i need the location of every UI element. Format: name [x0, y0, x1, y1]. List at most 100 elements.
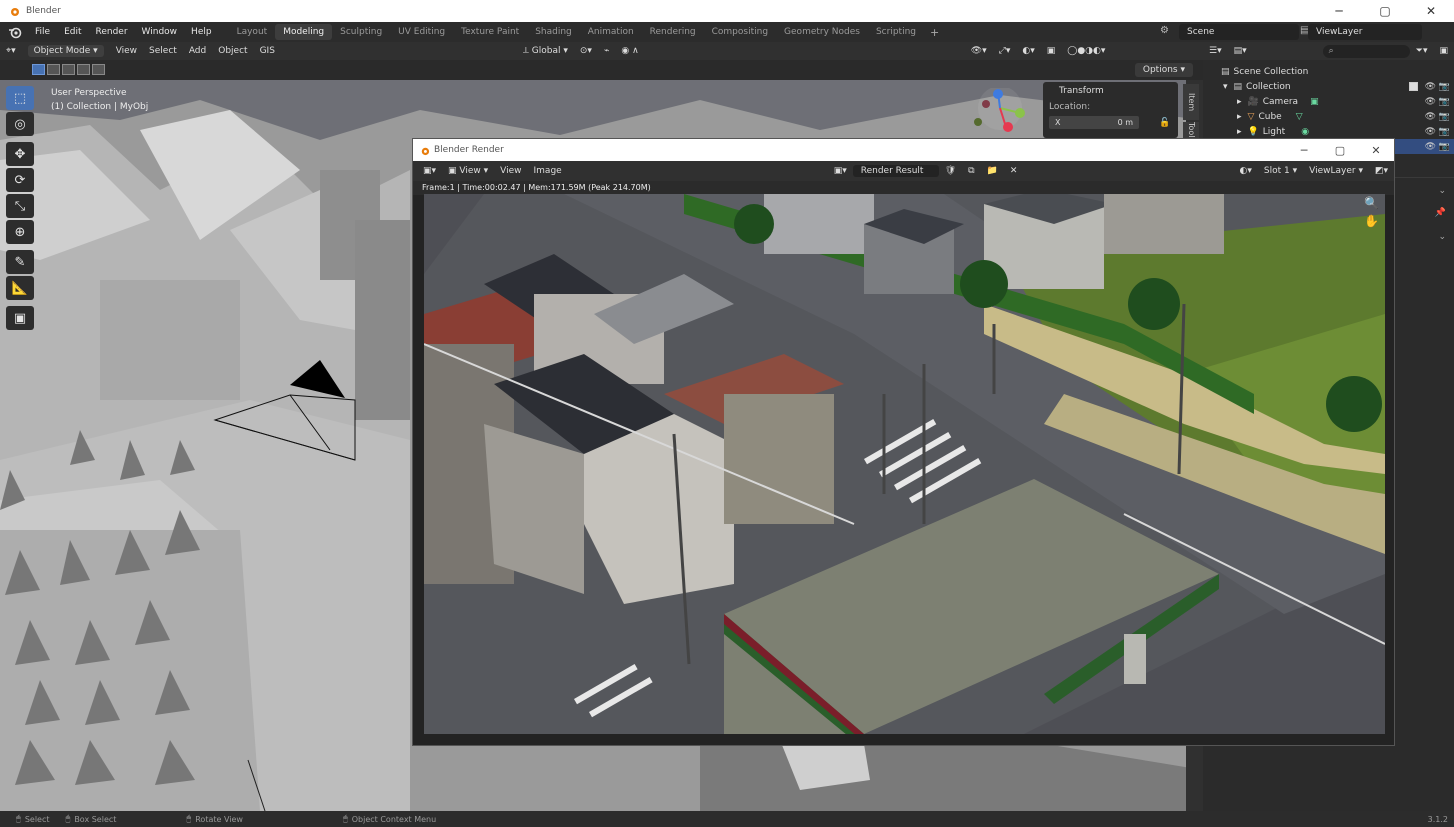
eye-icon[interactable]: 👁 — [1425, 82, 1436, 92]
cursor-tool-icon[interactable]: ◎ — [6, 112, 34, 136]
proportional-edit-icon[interactable]: ◉ ∧ — [615, 46, 644, 56]
add-cube-tool-icon[interactable]: ▣ — [6, 306, 34, 330]
outliner-row-light[interactable]: ▸ 💡 Light ◉ 👁 📷 — [1203, 124, 1454, 139]
render-camera-icon[interactable]: 📷 — [1439, 142, 1450, 152]
maximize-icon[interactable]: ▢ — [1322, 144, 1358, 157]
menu-file[interactable]: File — [28, 22, 57, 42]
image-name-field[interactable]: Render Result — [852, 165, 939, 177]
open-image-icon[interactable]: 📁 — [981, 166, 1004, 176]
display-channels-icon[interactable]: ◩▾ — [1369, 166, 1394, 176]
editor-type-icon[interactable]: ⌖▾ — [0, 46, 22, 56]
minimize-icon[interactable]: ─ — [1286, 144, 1322, 157]
menu-image[interactable]: Image — [528, 166, 568, 176]
transform-orientation-dropdown[interactable]: ⟂ Global ▾ — [517, 46, 574, 56]
expand-arrow-icon[interactable]: ▸ — [1237, 127, 1242, 137]
pin-icon[interactable]: 📌 — [1435, 208, 1446, 218]
menu-object[interactable]: Object — [212, 46, 253, 56]
sidebar-tab-tool[interactable]: Tool — [1183, 122, 1199, 138]
select-extend-icon[interactable] — [47, 64, 60, 75]
overlay-icon[interactable]: ◐▾ — [1234, 166, 1258, 176]
measure-tool-icon[interactable]: 📐 — [6, 276, 34, 300]
pivot-icon[interactable]: ⊙▾ — [574, 46, 598, 56]
render-camera-icon[interactable]: 📷 — [1439, 127, 1450, 137]
menu-edit[interactable]: Edit — [57, 22, 88, 42]
close-icon[interactable]: ✕ — [1358, 144, 1394, 157]
mesh-data-icon[interactable]: ▽ — [1296, 112, 1303, 122]
menu-view[interactable]: View — [110, 46, 143, 56]
select-new-icon[interactable] — [32, 64, 45, 75]
pan-hand-icon[interactable]: ✋ — [1364, 214, 1379, 228]
render-result-image[interactable]: 🔍 ✋ — [424, 194, 1385, 734]
add-workspace-button[interactable]: + — [924, 26, 945, 39]
visibility-icon[interactable]: 👁▾ — [965, 46, 993, 56]
object-mode-dropdown[interactable]: Object Mode ▾ — [27, 45, 104, 57]
overlay-icon[interactable]: ◐▾ — [1016, 46, 1040, 56]
tab-geometry-nodes[interactable]: Geometry Nodes — [776, 24, 868, 40]
filter-icon[interactable]: ⏷▾ — [1410, 46, 1434, 56]
menu-add[interactable]: Add — [183, 46, 212, 56]
render-camera-icon[interactable]: 📷 — [1439, 97, 1450, 107]
menu-view[interactable]: View — [494, 166, 527, 176]
scale-tool-icon[interactable]: ⤡ — [6, 194, 34, 218]
scene-selector[interactable]: Scene — [1179, 24, 1299, 40]
select-invert-icon[interactable] — [77, 64, 90, 75]
menu-gis[interactable]: GIS — [254, 46, 281, 56]
move-tool-icon[interactable]: ✥ — [6, 142, 34, 166]
menu-help[interactable]: Help — [184, 22, 219, 42]
tab-scripting[interactable]: Scripting — [868, 24, 924, 40]
tab-uv-editing[interactable]: UV Editing — [390, 24, 453, 40]
outliner-row-camera[interactable]: ▸ 🎥 Camera ▣ 👁 📷 — [1203, 94, 1454, 109]
tab-layout[interactable]: Layout — [229, 24, 276, 40]
shading-modes-icon[interactable]: ◯●◑◐▾ — [1061, 46, 1111, 56]
display-mode-icon[interactable]: ▤▾ — [1228, 46, 1253, 56]
render-camera-icon[interactable]: 📷 — [1439, 82, 1450, 92]
tab-rendering[interactable]: Rendering — [642, 24, 704, 40]
collapse-arrow-icon[interactable]: ▾ — [1223, 82, 1228, 92]
view-layer-selector[interactable]: ViewLayer — [1308, 24, 1422, 40]
tab-shading[interactable]: Shading — [527, 24, 580, 40]
zoom-icon[interactable]: 🔍 — [1364, 196, 1379, 210]
maximize-icon[interactable]: ▢ — [1362, 4, 1408, 18]
tab-animation[interactable]: Animation — [580, 24, 642, 40]
camera-data-icon[interactable]: ▣ — [1310, 97, 1319, 107]
selection-modes[interactable] — [32, 64, 107, 75]
lock-icon[interactable]: 🔓 — [1159, 118, 1170, 128]
tab-modeling[interactable]: Modeling — [275, 24, 333, 40]
image-editor-type-icon[interactable]: ▣▾ — [417, 166, 442, 176]
minimize-icon[interactable]: ─ — [1316, 4, 1362, 18]
select-subtract-icon[interactable] — [62, 64, 75, 75]
sidebar-tab-item[interactable]: Item — [1183, 84, 1199, 120]
location-x-field[interactable]: X 0 m — [1049, 116, 1139, 129]
annotate-tool-icon[interactable]: ✎ — [6, 250, 34, 274]
exclude-checkbox[interactable] — [1409, 82, 1418, 91]
new-collection-icon[interactable]: ▣ — [1433, 46, 1454, 56]
tab-compositing[interactable]: Compositing — [704, 24, 776, 40]
expand-arrow-icon[interactable]: ▸ — [1237, 97, 1242, 107]
render-camera-icon[interactable]: 📷 — [1439, 112, 1450, 122]
outliner-search-input[interactable]: ⌕ — [1322, 44, 1410, 58]
menu-window[interactable]: Window — [135, 22, 185, 42]
fake-user-icon[interactable]: 🛡 — [939, 166, 962, 176]
options-button[interactable]: Options ▾ — [1134, 63, 1193, 77]
select-tool-icon[interactable]: ⬚ — [6, 86, 34, 110]
xray-icon[interactable]: ▣ — [1041, 46, 1062, 56]
tab-sculpting[interactable]: Sculpting — [332, 24, 390, 40]
select-intersect-icon[interactable] — [92, 64, 105, 75]
chevron-down-icon[interactable]: ⌄ — [1438, 186, 1446, 196]
blender-menu-icon[interactable] — [8, 25, 22, 39]
eye-icon[interactable]: 👁 — [1425, 112, 1436, 122]
outliner-row-collection[interactable]: ▾ ▤ Collection 👁 📷 — [1203, 79, 1454, 94]
outliner-editor-icon[interactable]: ☰▾ — [1203, 46, 1228, 56]
gizmo-icon[interactable]: ⤢▾ — [993, 46, 1017, 56]
expand-arrow-icon[interactable]: ▸ — [1237, 112, 1242, 122]
unlink-image-icon[interactable]: ✕ — [1004, 166, 1024, 176]
eye-icon[interactable]: 👁 — [1425, 142, 1436, 152]
tab-texture-paint[interactable]: Texture Paint — [453, 24, 527, 40]
layer-dropdown[interactable]: ViewLayer ▾ — [1303, 166, 1369, 176]
slot-dropdown[interactable]: Slot 1 ▾ — [1258, 166, 1303, 176]
light-data-icon[interactable]: ◉ — [1301, 127, 1309, 137]
scene-icon[interactable]: ⚙ — [1160, 25, 1174, 39]
eye-icon[interactable]: 👁 — [1425, 127, 1436, 137]
snap-icon[interactable]: ⌁ — [598, 46, 615, 56]
view-mode-dropdown[interactable]: ▣ View ▾ — [442, 166, 494, 176]
